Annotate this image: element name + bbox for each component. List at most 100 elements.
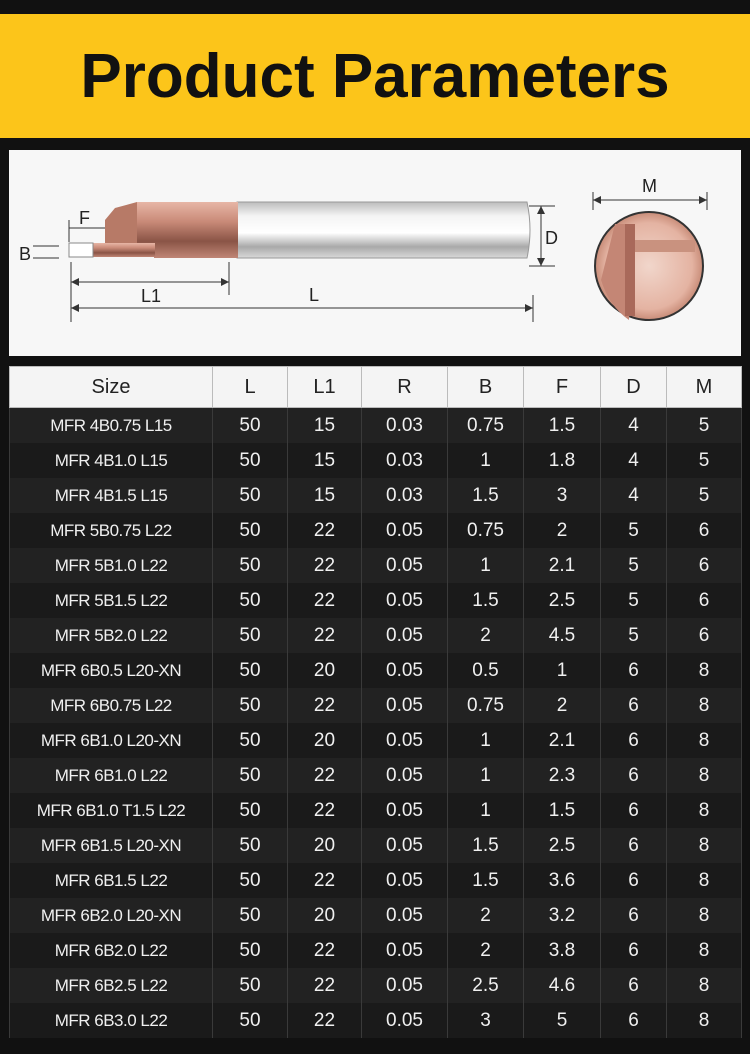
value-cell: 1.5	[447, 828, 524, 863]
table-body: MFR 4B0.75 L15 50 15 0.03 0.75 1.5 4 5 MFR 4B1.0…	[9, 407, 742, 1038]
size-cell: MFR 6B0.5 L20-XN	[9, 653, 213, 688]
value-cell: 8	[666, 723, 742, 758]
value-cell: 8	[666, 863, 742, 898]
value-cell: 0.05	[361, 793, 448, 828]
column-header: Size	[9, 366, 213, 408]
value-cell: 1.8	[523, 443, 601, 478]
value-cell: 1	[447, 793, 524, 828]
dim-label-d: D	[545, 228, 558, 248]
value-cell: 2.5	[523, 828, 601, 863]
size-cell: MFR 6B2.0 L22	[9, 933, 213, 968]
column-header: B	[447, 366, 524, 408]
table-row: MFR 4B1.5 L15 50 15 0.03 1.5 3 4 5	[9, 478, 742, 513]
table-row: MFR 6B1.5 L20-XN 50 20 0.05 1.5 2.5 6 8	[9, 828, 742, 863]
value-cell: 50	[212, 583, 288, 618]
tool-diagram: F B L1 L D M	[9, 150, 741, 356]
value-cell: 5	[600, 548, 667, 583]
value-cell: 50	[212, 688, 288, 723]
value-cell: 4	[600, 443, 667, 478]
size-cell: MFR 4B1.5 L15	[9, 478, 213, 513]
value-cell: 8	[666, 688, 742, 723]
value-cell: 2	[447, 618, 524, 653]
dim-label-f: F	[79, 208, 90, 228]
value-cell: 4.5	[523, 618, 601, 653]
value-cell: 6	[600, 933, 667, 968]
value-cell: 50	[212, 828, 288, 863]
value-cell: 50	[212, 793, 288, 828]
value-cell: 50	[212, 933, 288, 968]
table-row: MFR 6B0.5 L20-XN 50 20 0.05 0.5 1 6 8	[9, 653, 742, 688]
value-cell: 2.1	[523, 723, 601, 758]
column-header: F	[523, 366, 601, 408]
value-cell: 22	[287, 548, 362, 583]
value-cell: 8	[666, 1003, 742, 1038]
size-cell: MFR 5B2.0 L22	[9, 618, 213, 653]
value-cell: 0.05	[361, 898, 448, 933]
page-title: Product Parameters	[80, 41, 670, 111]
size-cell: MFR 5B0.75 L22	[9, 513, 213, 548]
table-row: MFR 6B2.0 L20-XN 50 20 0.05 2 3.2 6 8	[9, 898, 742, 933]
value-cell: 0.05	[361, 653, 448, 688]
column-header: D	[600, 366, 667, 408]
value-cell: 8	[666, 898, 742, 933]
column-header: L1	[287, 366, 362, 408]
value-cell: 0.05	[361, 1003, 448, 1038]
value-cell: 50	[212, 898, 288, 933]
value-cell: 0.05	[361, 723, 448, 758]
value-cell: 0.05	[361, 968, 448, 1003]
size-cell: MFR 5B1.5 L22	[9, 583, 213, 618]
size-cell: MFR 6B1.0 L22	[9, 758, 213, 793]
value-cell: 6	[666, 513, 742, 548]
value-cell: 8	[666, 793, 742, 828]
value-cell: 6	[600, 723, 667, 758]
value-cell: 22	[287, 583, 362, 618]
table-row: MFR 6B2.5 L22 50 22 0.05 2.5 4.6 6 8	[9, 968, 742, 1003]
table-row: MFR 4B0.75 L15 50 15 0.03 0.75 1.5 4 5	[9, 407, 742, 443]
value-cell: 0.75	[447, 407, 524, 443]
value-cell: 4	[600, 478, 667, 513]
size-cell: MFR 6B1.0 L20-XN	[9, 723, 213, 758]
value-cell: 2	[447, 898, 524, 933]
value-cell: 8	[666, 828, 742, 863]
value-cell: 6	[600, 828, 667, 863]
value-cell: 50	[212, 478, 288, 513]
value-cell: 8	[666, 758, 742, 793]
value-cell: 50	[212, 723, 288, 758]
dim-label-m: M	[642, 176, 657, 196]
value-cell: 50	[212, 1003, 288, 1038]
value-cell: 2	[447, 933, 524, 968]
parameters-table: Size L L1 R B F D M MFR 4B0.75 L15 50 15 0.03 0.75 1…	[9, 366, 742, 1038]
tool-shank	[236, 201, 531, 259]
value-cell: 22	[287, 968, 362, 1003]
value-cell: 50	[212, 863, 288, 898]
value-cell: 5	[666, 443, 742, 478]
value-cell: 1	[447, 723, 524, 758]
value-cell: 6	[600, 1003, 667, 1038]
value-cell: 3	[447, 1003, 524, 1038]
value-cell: 4.6	[523, 968, 601, 1003]
value-cell: 22	[287, 933, 362, 968]
value-cell: 0.05	[361, 618, 448, 653]
value-cell: 22	[287, 618, 362, 653]
value-cell: 0.05	[361, 828, 448, 863]
table-row: MFR 5B2.0 L22 50 22 0.05 2 4.5 5 6	[9, 618, 742, 653]
value-cell: 15	[287, 407, 362, 443]
value-cell: 5	[600, 513, 667, 548]
value-cell: 22	[287, 863, 362, 898]
table-row: MFR 6B1.0 L20-XN 50 20 0.05 1 2.1 6 8	[9, 723, 742, 758]
value-cell: 8	[666, 653, 742, 688]
title-banner: Product Parameters	[0, 14, 750, 138]
value-cell: 1	[447, 758, 524, 793]
value-cell: 1.5	[447, 478, 524, 513]
value-cell: 6	[600, 653, 667, 688]
table-row: MFR 6B0.75 L22 50 22 0.05 0.75 2 6 8	[9, 688, 742, 723]
value-cell: 15	[287, 478, 362, 513]
dim-label-l: L	[309, 285, 319, 305]
value-cell: 1.5	[523, 793, 601, 828]
value-cell: 6	[600, 863, 667, 898]
value-cell: 8	[666, 933, 742, 968]
table-row: MFR 6B1.0 L22 50 22 0.05 1 2.3 6 8	[9, 758, 742, 793]
value-cell: 2.5	[447, 968, 524, 1003]
table-row: MFR 6B2.0 L22 50 22 0.05 2 3.8 6 8	[9, 933, 742, 968]
value-cell: 1	[523, 653, 601, 688]
